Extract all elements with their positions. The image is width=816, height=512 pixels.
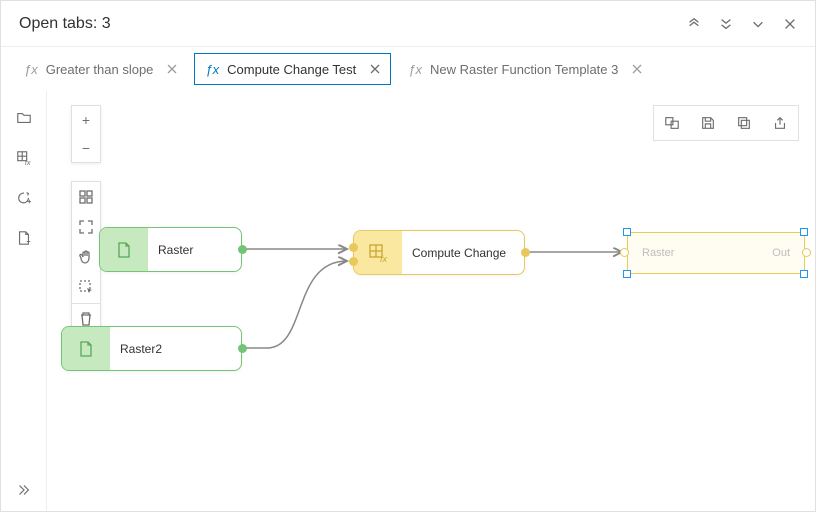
function-icon: fx (354, 231, 402, 274)
folder-button[interactable] (15, 109, 33, 127)
input-port[interactable] (620, 248, 629, 257)
selection-handle[interactable] (800, 270, 808, 278)
close-icon[interactable] (370, 64, 380, 74)
tab-new-raster-function-template-3[interactable]: ƒx New Raster Function Template 3 (397, 53, 653, 85)
select-region-icon (78, 279, 94, 295)
output-label: Out (772, 247, 790, 259)
main-area: fx + − (1, 91, 815, 511)
swap-button[interactable] (654, 106, 690, 140)
canvas[interactable]: + − (47, 91, 815, 511)
new-page-button[interactable] (15, 229, 33, 247)
flow-edges (47, 91, 815, 511)
input-port[interactable] (349, 257, 358, 266)
close-icon[interactable] (783, 17, 797, 31)
refresh-add-button[interactable] (15, 189, 33, 207)
fx-icon: ƒx (24, 62, 38, 77)
tab-label: New Raster Function Template 3 (430, 62, 618, 77)
node-raster1[interactable]: Raster (99, 227, 242, 272)
chevron-right-double-icon (16, 482, 32, 498)
output-port[interactable] (238, 344, 247, 353)
tab-label: Greater than slope (46, 62, 154, 77)
trash-icon (78, 311, 94, 327)
zoom-panel: + − (71, 105, 101, 163)
zoom-out-button[interactable]: − (72, 134, 100, 162)
pan-button[interactable] (72, 242, 100, 272)
export-button[interactable] (762, 106, 798, 140)
input-port[interactable] (349, 243, 358, 252)
close-icon[interactable] (167, 64, 177, 74)
grid-view-button[interactable] (72, 182, 100, 212)
new-page-icon (16, 230, 32, 246)
pan-hand-icon (78, 249, 94, 265)
grid-fx-button[interactable]: fx (15, 149, 33, 167)
svg-text:fx: fx (24, 159, 30, 166)
raster-icon (100, 228, 148, 271)
selection-handle[interactable] (800, 228, 808, 236)
zoom-in-button[interactable]: + (72, 106, 100, 134)
fit-extent-button[interactable] (72, 212, 100, 242)
tabs-bar: ƒx Greater than slope ƒx Compute Change … (1, 47, 815, 91)
svg-text:fx: fx (380, 254, 388, 263)
node-output[interactable]: Raster Out (627, 232, 805, 274)
close-icon[interactable] (632, 64, 642, 74)
node-raster2[interactable]: Raster2 (61, 326, 242, 371)
folder-icon (16, 110, 32, 126)
output-port[interactable] (521, 248, 530, 257)
selection-handle[interactable] (623, 270, 631, 278)
refresh-add-icon (16, 190, 32, 206)
collapse-up-icon[interactable] (687, 17, 701, 31)
select-region-button[interactable] (72, 272, 100, 302)
canvas-toolbar (653, 105, 799, 141)
raster-icon (62, 327, 110, 370)
selection-handle[interactable] (623, 228, 631, 236)
tool-panel (71, 181, 101, 334)
fx-icon: ƒx (408, 62, 422, 77)
node-label: Raster2 (110, 342, 176, 356)
save-icon (700, 115, 716, 131)
tab-greater-than-slope[interactable]: ƒx Greater than slope (13, 53, 188, 85)
chevron-down-icon[interactable] (719, 17, 733, 31)
tab-label: Compute Change Test (227, 62, 356, 77)
grid-icon (78, 189, 94, 205)
fx-icon: ƒx (205, 62, 219, 77)
tab-compute-change-test[interactable]: ƒx Compute Change Test (194, 53, 391, 85)
node-label: Raster (148, 243, 207, 257)
swap-icon (664, 115, 680, 131)
sidebar: fx (1, 91, 47, 511)
save-button[interactable] (690, 106, 726, 140)
grid-fx-icon: fx (16, 150, 32, 166)
expand-button[interactable] (15, 481, 33, 499)
header-bar: Open tabs: 3 (1, 1, 815, 47)
header-title: Open tabs: 3 (19, 15, 111, 33)
node-compute-change[interactable]: fx Compute Change (353, 230, 525, 275)
copy-icon (736, 115, 752, 131)
export-icon (772, 115, 788, 131)
chevron-down-single-icon[interactable] (751, 17, 765, 31)
copy-button[interactable] (726, 106, 762, 140)
header-actions (687, 17, 797, 31)
output-port[interactable] (238, 245, 247, 254)
fit-extent-icon (78, 219, 94, 235)
output-port[interactable] (802, 248, 811, 257)
input-label: Raster (642, 247, 674, 259)
node-label: Compute Change (402, 246, 520, 260)
